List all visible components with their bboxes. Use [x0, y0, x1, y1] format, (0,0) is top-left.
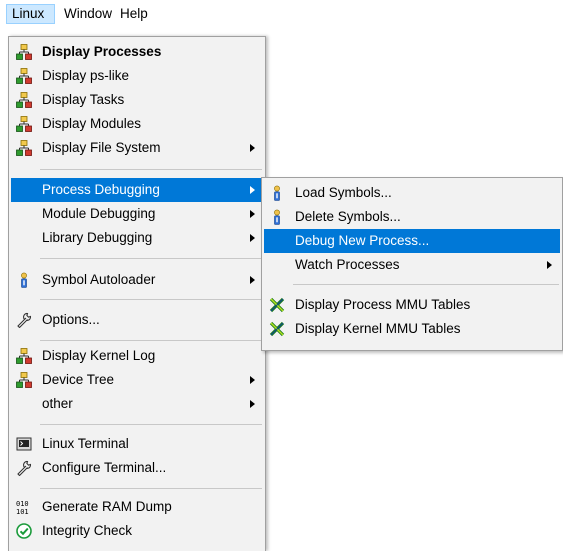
menu-item-label: Delete Symbols... [295, 209, 401, 224]
menu-item-label: other [42, 396, 73, 411]
menu-item-label: Display Kernel Log [42, 348, 156, 363]
menu-separator [40, 424, 262, 425]
wrench-icon [17, 312, 32, 328]
menu-item-label: Options... [42, 312, 100, 327]
menu-item-label: Device Tree [42, 372, 115, 387]
process-tree-icon [16, 140, 32, 156]
menu-item-label: Symbol Autoloader [42, 272, 156, 287]
menu-item-label: Generate RAM Dump [42, 499, 172, 514]
menu-item-module-debugging[interactable]: Module Debugging [11, 202, 263, 226]
process-tree-icon [16, 348, 32, 364]
menu-item-label: Configure Terminal... [42, 460, 167, 475]
mmu-table-icon [269, 297, 285, 313]
menu-item-display-kernel-log[interactable]: Display Kernel Log [11, 344, 263, 368]
menu-item-load-symbols[interactable]: Load Symbols... [264, 181, 560, 205]
menu-item-label: Display Process MMU Tables [295, 297, 471, 312]
terminal-icon [16, 437, 32, 451]
mmu-table-icon [269, 321, 285, 337]
menu-item-generate-ram-dump[interactable]: Generate RAM Dump [11, 495, 263, 519]
menu-item-label: Library Debugging [42, 230, 153, 245]
menu-separator [40, 299, 262, 300]
submenu-arrow-icon [250, 234, 255, 242]
submenu-arrow-icon [250, 400, 255, 408]
linux-dropdown-menu: Display Processes Display ps-like Displa… [8, 36, 266, 551]
menu-item-display-kernel-mmu-tables[interactable]: Display Kernel MMU Tables [264, 317, 560, 341]
menu-item-process-debugging[interactable]: Process Debugging [11, 178, 263, 202]
menu-item-label: Watch Processes [295, 257, 400, 272]
process-tree-icon [16, 116, 32, 132]
wrench-icon [17, 460, 32, 476]
menu-item-label: Process Debugging [42, 182, 160, 197]
submenu-arrow-icon [250, 186, 255, 194]
menu-item-display-processes[interactable]: Display Processes [11, 40, 263, 64]
menu-item-label: Load Symbols... [295, 185, 392, 200]
process-tree-icon [16, 68, 32, 84]
process-tree-icon [16, 44, 32, 60]
menu-separator [293, 284, 559, 285]
menu-item-integrity-check[interactable]: Integrity Check [11, 519, 263, 543]
menu-item-display-modules[interactable]: Display Modules [11, 112, 263, 136]
menu-item-display-tasks[interactable]: Display Tasks [11, 88, 263, 112]
process-tree-icon [16, 372, 32, 388]
process-debugging-submenu: Load Symbols... Delete Symbols... Debug … [261, 177, 563, 351]
menu-linux[interactable]: Linux [6, 4, 55, 24]
info-person-icon [273, 185, 281, 201]
menu-item-display-file-system[interactable]: Display File System [11, 136, 263, 160]
binary-icon [16, 500, 29, 515]
menu-separator [40, 340, 262, 341]
menu-item-display-ps-like[interactable]: Display ps-like [11, 64, 263, 88]
check-circle-icon [16, 523, 32, 539]
menu-item-device-tree[interactable]: Device Tree [11, 368, 263, 392]
menu-item-label: Display File System [42, 140, 161, 155]
menu-item-debug-new-process[interactable]: Debug New Process... [264, 229, 560, 253]
submenu-arrow-icon [250, 210, 255, 218]
menu-item-display-process-mmu-tables[interactable]: Display Process MMU Tables [264, 293, 560, 317]
menu-item-label: Display Processes [42, 44, 162, 59]
process-tree-icon [16, 92, 32, 108]
info-person-icon [20, 272, 28, 288]
menu-window[interactable]: Window [59, 4, 117, 24]
menu-separator [40, 169, 262, 170]
menu-separator [40, 258, 262, 259]
submenu-arrow-icon [250, 276, 255, 284]
menu-bar: Linux Window Help [0, 0, 563, 27]
menu-item-options[interactable]: Options... [11, 308, 263, 332]
menu-item-delete-symbols[interactable]: Delete Symbols... [264, 205, 560, 229]
menu-item-watch-processes[interactable]: Watch Processes [264, 253, 560, 277]
menu-item-label: Display ps-like [42, 68, 130, 83]
submenu-arrow-icon [250, 144, 255, 152]
menu-separator [40, 488, 262, 489]
info-person-icon [273, 209, 281, 225]
menu-item-label: Display Tasks [42, 92, 125, 107]
menu-item-label: Debug New Process... [295, 233, 430, 248]
menu-item-label: Linux Terminal [42, 436, 129, 451]
menu-item-label: Module Debugging [42, 206, 156, 221]
menu-item-library-debugging[interactable]: Library Debugging [11, 226, 263, 250]
menu-item-other[interactable]: other [11, 392, 263, 416]
menu-item-label: Integrity Check [42, 523, 133, 538]
menu-item-configure-terminal[interactable]: Configure Terminal... [11, 456, 263, 480]
submenu-arrow-icon [250, 376, 255, 384]
submenu-arrow-icon [547, 261, 552, 269]
menu-item-label: Display Kernel MMU Tables [295, 321, 461, 336]
menu-help[interactable]: Help [115, 4, 153, 24]
menu-item-linux-terminal[interactable]: Linux Terminal [11, 432, 263, 456]
menu-item-label: Display Modules [42, 116, 142, 131]
menu-item-symbol-autoloader[interactable]: Symbol Autoloader [11, 268, 263, 292]
